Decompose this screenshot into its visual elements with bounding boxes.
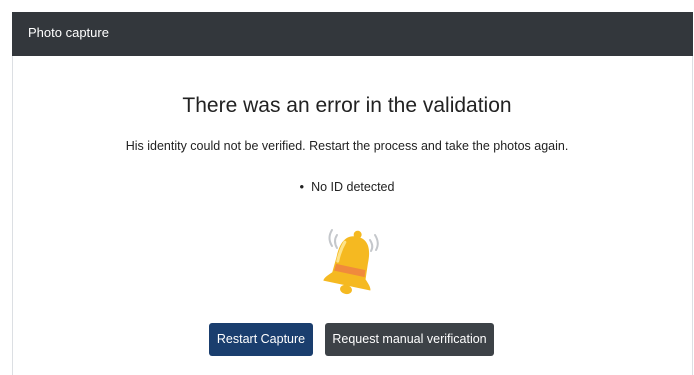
error-message: His identity could not be verified. Rest… <box>125 139 569 153</box>
request-manual-verification-button[interactable]: Request manual verification <box>325 323 494 356</box>
error-title: There was an error in the validation <box>182 94 512 117</box>
error-list: • No ID detected <box>0 179 694 195</box>
bell-icon <box>318 224 384 306</box>
restart-capture-button[interactable]: Restart Capture <box>209 323 313 356</box>
card-header: Photo capture <box>12 12 693 56</box>
bell-illustration <box>323 229 379 295</box>
card-header-title: Photo capture <box>28 25 109 40</box>
bullet-icon: • <box>299 179 305 194</box>
error-list-item: No ID detected <box>311 180 395 194</box>
